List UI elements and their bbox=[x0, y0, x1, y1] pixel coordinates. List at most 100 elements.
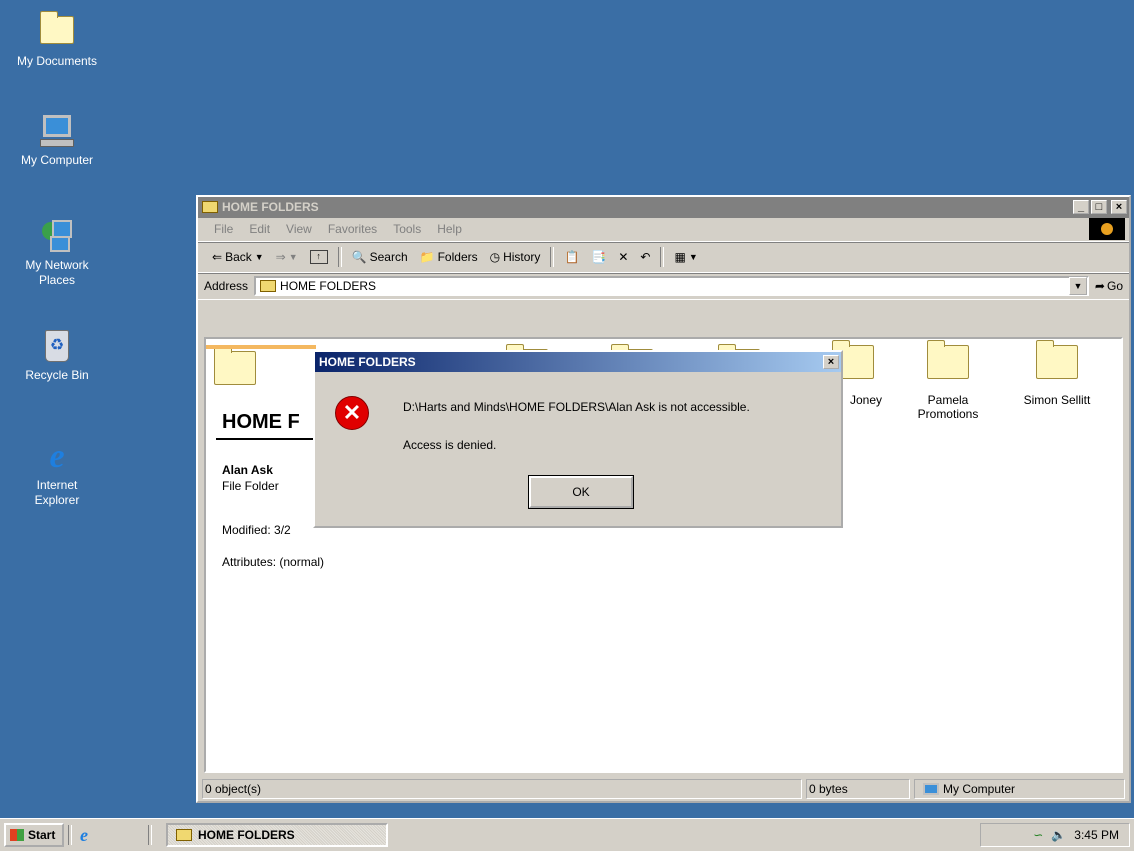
desktop-icon-label: Explorer bbox=[34, 493, 80, 507]
taskbar: Start e HOME FOLDERS ∽ 🔈 3:45 PM bbox=[0, 818, 1134, 851]
menu-help[interactable]: Help bbox=[437, 222, 462, 236]
error-icon: ✕ bbox=[335, 396, 369, 430]
desktop-icon-my-documents[interactable]: My Documents bbox=[12, 10, 102, 69]
my-computer-icon bbox=[40, 115, 74, 149]
move-to-icon: 📋 bbox=[564, 250, 580, 264]
dialog-titlebar[interactable]: HOME FOLDERS × bbox=[315, 352, 841, 372]
address-value: HOME FOLDERS bbox=[280, 279, 377, 293]
delete-icon: ✕ bbox=[618, 250, 629, 264]
desktop-icon-label: Internet bbox=[36, 478, 78, 492]
selected-item-type: File Folder bbox=[222, 479, 279, 493]
clock[interactable]: 3:45 PM bbox=[1074, 828, 1119, 842]
delete-button[interactable]: ✕ bbox=[618, 250, 628, 264]
windows-flag-icon bbox=[10, 829, 24, 841]
close-button[interactable]: × bbox=[1111, 200, 1127, 214]
address-bar: Address HOME FOLDERS ▼ ➦ Go bbox=[198, 273, 1129, 300]
taskbar-button-label: HOME FOLDERS bbox=[198, 828, 295, 842]
selected-item-modified: Modified: 3/2 bbox=[222, 523, 291, 537]
toolbar: ⇐ Back ▼ ⇒ ▼ ↑ 🔍 Search 📁 Folders ◷ Hist… bbox=[198, 242, 1129, 273]
folders-button[interactable]: 📁 Folders bbox=[420, 250, 478, 264]
copy-to-icon: 📑 bbox=[591, 250, 607, 264]
history-icon: ◷ bbox=[489, 250, 501, 264]
ok-button[interactable]: OK bbox=[528, 475, 634, 509]
toolbar-separator bbox=[550, 247, 555, 267]
minimize-button[interactable]: _ bbox=[1073, 200, 1089, 214]
start-label: Start bbox=[28, 828, 56, 842]
volume-icon[interactable]: 🔈 bbox=[1051, 828, 1066, 842]
error-dialog: HOME FOLDERS × ✕ D:\Harts and Minds\HOME… bbox=[313, 350, 843, 528]
dropdown-arrow-icon: ▼ bbox=[688, 252, 698, 262]
folder-icon bbox=[260, 280, 277, 292]
address-dropdown-button[interactable]: ▼ bbox=[1068, 277, 1087, 295]
menu-file[interactable]: File bbox=[214, 222, 233, 236]
views-icon: ▦ bbox=[674, 250, 686, 264]
folder-icon bbox=[176, 829, 192, 841]
folder-item[interactable]: Pamela Promotions bbox=[906, 340, 990, 421]
window-titlebar[interactable]: HOME FOLDERS _ □ × bbox=[198, 197, 1129, 217]
folders-icon: 📁 bbox=[419, 250, 435, 264]
desktop-icon-label: Recycle Bin bbox=[25, 368, 89, 382]
desktop-icon-label: My Network bbox=[25, 258, 89, 272]
status-zone: My Computer bbox=[914, 779, 1125, 799]
go-label: Go bbox=[1106, 279, 1123, 293]
back-arrow-icon: ⇐ bbox=[212, 250, 223, 264]
taskbar-button-home-folders[interactable]: HOME FOLDERS bbox=[166, 823, 388, 847]
folder-item-label: Promotions bbox=[917, 407, 979, 421]
my-computer-icon bbox=[923, 783, 939, 795]
up-folder-button[interactable]: ↑ bbox=[309, 250, 328, 264]
desktop-icon-internet-explorer[interactable]: e Internet Explorer bbox=[12, 440, 102, 508]
maximize-button[interactable]: □ bbox=[1091, 200, 1107, 214]
desktop-icon-my-network-places[interactable]: My Network Places bbox=[12, 220, 102, 288]
menu-favorites[interactable]: Favorites bbox=[328, 222, 377, 236]
folder-item[interactable]: Simon Sellitt bbox=[1010, 340, 1104, 407]
search-button[interactable]: 🔍 Search bbox=[352, 250, 408, 264]
go-button[interactable]: ➦ Go bbox=[1095, 279, 1123, 293]
dropdown-arrow-icon: ▼ bbox=[254, 252, 264, 262]
back-label: Back bbox=[225, 250, 252, 264]
menu-edit[interactable]: Edit bbox=[249, 222, 270, 236]
desktop-icon-label: My Computer bbox=[20, 153, 94, 167]
status-zone-label: My Computer bbox=[943, 782, 1016, 796]
menu-tools[interactable]: Tools bbox=[393, 222, 421, 236]
address-label: Address bbox=[204, 279, 249, 293]
move-to-button[interactable]: 📋 bbox=[564, 250, 579, 264]
system-tray: ∽ 🔈 3:45 PM bbox=[980, 823, 1130, 847]
folder-banner-icon bbox=[214, 346, 256, 385]
search-label: Search bbox=[369, 250, 408, 264]
desktop-icon-label: Places bbox=[38, 273, 76, 287]
folder-heading: HOME F bbox=[222, 411, 300, 433]
internet-explorer-icon: e bbox=[49, 438, 65, 475]
back-button[interactable]: ⇐ Back ▼ bbox=[212, 250, 264, 264]
desktop-icon-label: My Documents bbox=[16, 54, 98, 68]
desktop-icon-my-computer[interactable]: My Computer bbox=[12, 115, 102, 168]
history-button[interactable]: ◷ History bbox=[490, 250, 541, 264]
taskbar-separator bbox=[148, 825, 152, 845]
internet-explorer-quicklaunch-icon[interactable]: e bbox=[80, 825, 88, 846]
menu-bar: File Edit View Favorites Tools Help bbox=[198, 217, 1129, 242]
dropdown-arrow-icon: ▼ bbox=[288, 252, 298, 262]
dialog-detail: Access is denied. bbox=[403, 438, 497, 452]
taskbar-separator bbox=[68, 825, 72, 845]
search-icon: 🔍 bbox=[351, 250, 367, 264]
views-button[interactable]: ▦ ▼ bbox=[674, 250, 697, 264]
status-bar: 0 object(s) 0 bytes My Computer bbox=[202, 779, 1125, 799]
undo-icon: ↶ bbox=[640, 250, 651, 264]
window-title: HOME FOLDERS bbox=[222, 200, 319, 214]
history-label: History bbox=[503, 250, 541, 264]
start-button[interactable]: Start bbox=[4, 823, 64, 847]
copy-to-button[interactable]: 📑 bbox=[591, 250, 606, 264]
dialog-message: D:\Harts and Minds\HOME FOLDERS\Alan Ask… bbox=[403, 400, 750, 414]
folders-label: Folders bbox=[437, 250, 478, 264]
dialog-title: HOME FOLDERS bbox=[319, 355, 416, 369]
recycle-bin-icon: ♻ bbox=[40, 330, 74, 364]
toolbar-separator bbox=[337, 247, 342, 267]
status-size: 0 bytes bbox=[806, 779, 910, 799]
forward-button[interactable]: ⇒ ▼ bbox=[276, 250, 298, 264]
network-icon[interactable]: ∽ bbox=[1033, 828, 1043, 842]
desktop-icon-recycle-bin[interactable]: ♻ Recycle Bin bbox=[12, 330, 102, 383]
menu-view[interactable]: View bbox=[286, 222, 312, 236]
address-input[interactable]: HOME FOLDERS ▼ bbox=[254, 276, 1089, 296]
folder-icon bbox=[202, 201, 218, 213]
undo-button[interactable]: ↶ bbox=[640, 250, 650, 264]
dialog-close-button[interactable]: × bbox=[823, 355, 839, 369]
